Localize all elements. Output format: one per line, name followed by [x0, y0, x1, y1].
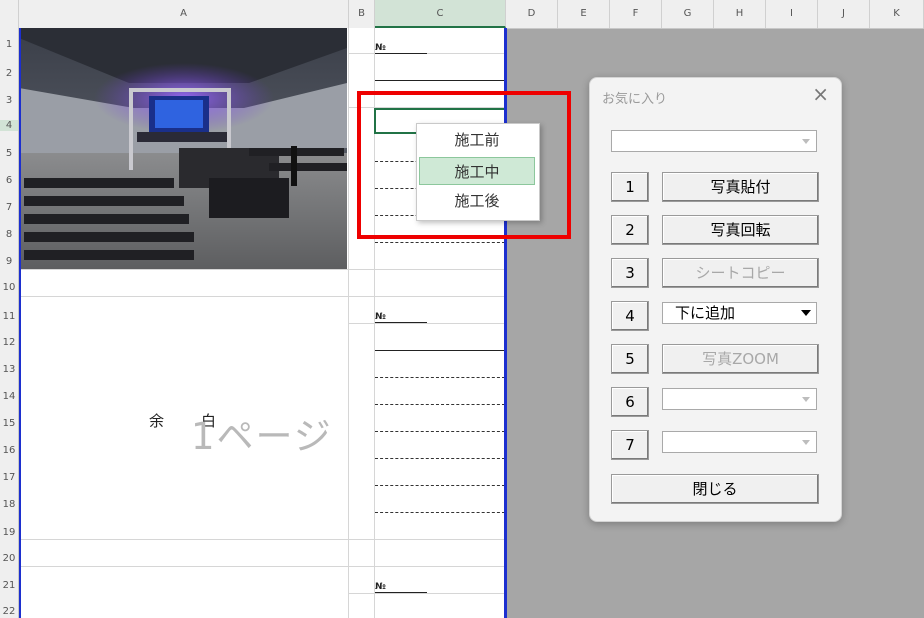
row-header[interactable]: 7	[0, 202, 18, 213]
photo-zoom-button[interactable]: 写真ZOOM	[662, 344, 819, 374]
page-border-left	[19, 28, 21, 618]
row-header[interactable]: 19	[0, 527, 18, 538]
number-button-5[interactable]: 5	[611, 344, 649, 374]
number-button-3[interactable]: 3	[611, 258, 649, 288]
row-header[interactable]: 2	[0, 68, 18, 79]
row-header[interactable]: 4	[0, 120, 18, 131]
select-all-corner[interactable]	[0, 0, 19, 28]
top-combo-box[interactable]	[611, 130, 817, 152]
highlight-box	[357, 91, 571, 239]
dashed-line	[375, 242, 505, 243]
number-button-2[interactable]: 2	[611, 215, 649, 245]
gridline	[19, 296, 506, 297]
no-label: №	[375, 312, 427, 323]
row-header[interactable]: 13	[0, 364, 18, 375]
margin-text-left: 余	[149, 412, 165, 430]
gridline	[19, 539, 506, 540]
column-header-e[interactable]: E	[558, 0, 610, 28]
favorites-dialog: お気に入り × 1 写真貼付 2 写真回転 3 シートコピー 4 下に追加 5 …	[589, 77, 842, 522]
sheet-copy-button[interactable]: シートコピー	[662, 258, 819, 288]
chevron-down-icon[interactable]	[797, 132, 815, 150]
column-header-b[interactable]: B	[349, 0, 375, 28]
gridline	[348, 593, 506, 594]
column-header-c[interactable]: C	[375, 0, 506, 28]
row-header[interactable]: 10	[0, 282, 18, 293]
row-header[interactable]: 1	[0, 39, 18, 50]
row-header[interactable]: 12	[0, 337, 18, 348]
number-button-4[interactable]: 4	[611, 301, 649, 331]
row-header[interactable]: 9	[0, 256, 18, 267]
chevron-down-icon[interactable]	[797, 304, 815, 322]
row-header[interactable]: 17	[0, 472, 18, 483]
number-button-1[interactable]: 1	[611, 172, 649, 202]
event-hall-photo[interactable]	[19, 28, 347, 269]
row-header[interactable]: 14	[0, 391, 18, 402]
row-header[interactable]: 6	[0, 175, 18, 186]
paste-photo-button[interactable]: 写真貼付	[662, 172, 819, 202]
dashed-line	[375, 377, 505, 378]
row-header[interactable]: 21	[0, 580, 18, 591]
column-header-j[interactable]: J	[818, 0, 870, 28]
dashed-line	[375, 458, 505, 459]
gridline	[348, 53, 506, 54]
gridline	[19, 566, 506, 567]
no-label: №	[375, 43, 427, 54]
dialog-title: お気に入り	[602, 92, 668, 107]
row-header-bar: 1 2 3 4 5 6 7 8 9 10 11 12 13 14 15 16 1…	[0, 28, 19, 618]
column-header-g[interactable]: G	[662, 0, 714, 28]
column-header-d[interactable]: D	[506, 0, 558, 28]
row-header[interactable]: 11	[0, 311, 18, 322]
dashed-line	[375, 485, 505, 486]
row-header[interactable]: 3	[0, 95, 18, 106]
dashed-line	[375, 512, 505, 513]
dashed-line	[375, 404, 505, 405]
close-button[interactable]: 閉じる	[611, 474, 819, 504]
gridline	[348, 323, 506, 324]
row-header[interactable]: 16	[0, 445, 18, 456]
column-header-f[interactable]: F	[610, 0, 662, 28]
combo-value: 下に追加	[675, 304, 736, 322]
column-header-a[interactable]: A	[19, 0, 349, 28]
number-button-6[interactable]: 6	[611, 387, 649, 417]
rotate-photo-button[interactable]: 写真回転	[662, 215, 819, 245]
column-header-h[interactable]: H	[714, 0, 766, 28]
no-label: №	[375, 582, 427, 593]
slot-7-combo[interactable]	[662, 431, 817, 453]
row-header[interactable]: 22	[0, 606, 18, 617]
row-header[interactable]: 15	[0, 418, 18, 429]
dashed-line	[375, 431, 505, 432]
underline	[375, 350, 505, 351]
close-icon[interactable]: ×	[812, 84, 829, 104]
underline	[375, 80, 505, 81]
row-header[interactable]: 18	[0, 499, 18, 510]
gridline	[19, 269, 506, 270]
photo-image	[19, 28, 347, 269]
row-header[interactable]: 5	[0, 148, 18, 159]
slot-6-combo[interactable]	[662, 388, 817, 410]
add-below-combo[interactable]: 下に追加	[662, 302, 817, 324]
column-header-k[interactable]: K	[870, 0, 924, 28]
row-header[interactable]: 8	[0, 229, 18, 240]
chevron-down-icon[interactable]	[797, 390, 815, 408]
number-button-7[interactable]: 7	[611, 430, 649, 460]
column-header-bar: A B C D E F G H I J K	[0, 0, 924, 29]
page-break-watermark: 1ページ	[191, 415, 333, 458]
row-header[interactable]: 20	[0, 553, 18, 564]
column-header-i[interactable]: I	[766, 0, 818, 28]
chevron-down-icon[interactable]	[797, 433, 815, 451]
